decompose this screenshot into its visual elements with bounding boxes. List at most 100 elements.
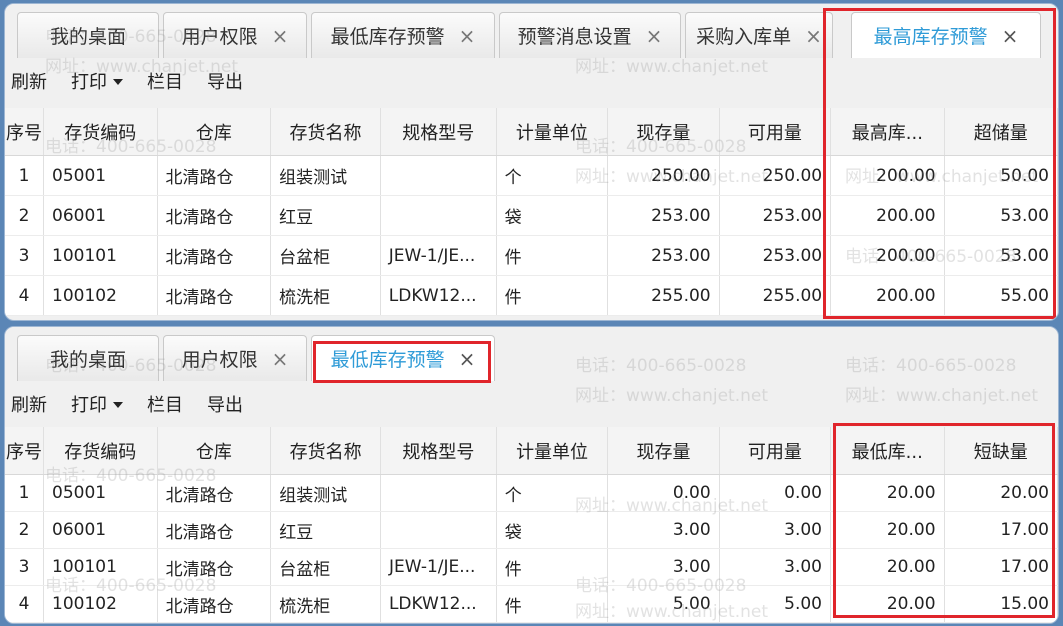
close-icon[interactable]: × (272, 24, 289, 48)
cell: 20.00 (830, 585, 945, 623)
column-header[interactable]: 现存量 (607, 108, 720, 156)
table-row[interactable]: 2 06001 北清路仓 红豆 袋 3.00 3.00 20.00 17.00 (5, 511, 1058, 549)
cell: 个 (496, 474, 609, 512)
tab-user-permissions[interactable]: 用户权限 × (163, 12, 307, 58)
cell: 100101 (43, 548, 158, 586)
column-header[interactable]: 现存量 (607, 427, 720, 475)
column-header[interactable]: 规格型号 (380, 427, 497, 475)
cell: JEW-1/JE... (380, 235, 497, 276)
table-row[interactable]: 3 100101 北清路仓 台盆柜 JEW-1/JE... 件 253.00 2… (5, 235, 1058, 276)
table-row[interactable]: 1 05001 北清路仓 组装测试 个 0.00 0.00 20.00 20.0… (5, 474, 1058, 512)
refresh-button[interactable]: 刷新 (11, 68, 47, 94)
cell: 北清路仓 (157, 511, 272, 549)
tab-desktop[interactable]: 我的桌面 (17, 335, 159, 381)
cell: 2 (5, 195, 44, 236)
tab-alert-message-settings[interactable]: 预警消息设置 × (499, 12, 681, 58)
table-row[interactable]: 4 100102 北清路仓 梳洗柜 LDKW12... 件 255.00 255… (5, 275, 1058, 316)
cell: 件 (496, 235, 609, 276)
bottom-panel: 我的桌面 用户权限 × 最低库存预警 × 刷新 打印 栏目 导出 序号 存货编码 仓… (4, 326, 1059, 624)
cell: 1 (5, 155, 44, 196)
tab-label: 我的桌面 (49, 349, 126, 371)
cell: 北清路仓 (157, 235, 272, 276)
column-header[interactable]: 可用量 (719, 108, 832, 156)
columns-button[interactable]: 栏目 (147, 68, 183, 94)
tab-desktop[interactable]: 我的桌面 (17, 12, 159, 58)
table-row[interactable]: 4 100102 北清路仓 梳洗柜 LDKW12... 件 5.00 5.00 … (5, 585, 1058, 623)
tab-user-permissions[interactable]: 用户权限 × (163, 335, 307, 381)
column-header[interactable]: 仓库 (157, 427, 272, 475)
print-button[interactable]: 打印 (71, 391, 123, 417)
min-stock-table: 序号 存货编码 仓库 存货名称 规格型号 计量单位 现存量 可用量 最低库...… (5, 427, 1058, 623)
tab-min-stock-alert[interactable]: 最低库存预警 × (311, 335, 495, 381)
column-header[interactable]: 序号 (5, 108, 44, 156)
toolbar: 刷新 打印 栏目 导出 (5, 383, 1058, 425)
column-header[interactable]: 计量单位 (496, 427, 609, 475)
cell: 06001 (43, 511, 158, 549)
cell: 袋 (496, 511, 609, 549)
tab-label: 采购入库单 (696, 26, 792, 48)
column-header[interactable]: 计量单位 (496, 108, 609, 156)
cell: 255.00 (607, 275, 720, 316)
column-header[interactable]: 存货编码 (43, 108, 158, 156)
table-row[interactable]: 3 100101 北清路仓 台盆柜 JEW-1/JE... 件 3.00 3.0… (5, 548, 1058, 586)
close-icon[interactable]: × (272, 347, 289, 371)
column-header[interactable]: 存货名称 (270, 108, 381, 156)
cell: 5.00 (607, 585, 720, 623)
tab-min-stock-alert[interactable]: 最低库存预警 × (311, 12, 495, 58)
column-header[interactable]: 超储量 (944, 108, 1058, 156)
table-row[interactable]: 2 06001 北清路仓 红豆 袋 253.00 253.00 200.00 5… (5, 195, 1058, 236)
tab-label: 我的桌面 (49, 26, 126, 48)
column-header[interactable]: 仓库 (157, 108, 272, 156)
column-header[interactable]: 短缺量 (944, 427, 1058, 475)
cell: 20.00 (830, 474, 945, 512)
cell: 3.00 (607, 548, 720, 586)
close-icon[interactable]: × (459, 24, 476, 48)
column-header[interactable]: 规格型号 (380, 108, 497, 156)
cell (380, 511, 497, 549)
column-header[interactable]: 可用量 (719, 427, 832, 475)
column-header[interactable]: 序号 (5, 427, 44, 475)
column-header[interactable]: 存货编码 (43, 427, 158, 475)
cell: 2 (5, 511, 44, 549)
close-icon[interactable]: × (459, 347, 476, 371)
cell: 0.00 (719, 474, 832, 512)
cell: 17.00 (944, 548, 1058, 586)
cell: 件 (496, 548, 609, 586)
close-icon[interactable]: × (1002, 24, 1019, 48)
cell: 3.00 (719, 548, 832, 586)
columns-button[interactable]: 栏目 (147, 391, 183, 417)
refresh-button[interactable]: 刷新 (11, 391, 47, 417)
export-button[interactable]: 导出 (207, 68, 243, 94)
tab-purchase-receipt[interactable]: 采购入库单 × (685, 12, 833, 58)
column-header[interactable]: 存货名称 (270, 427, 381, 475)
print-button[interactable]: 打印 (71, 68, 123, 94)
export-button[interactable]: 导出 (207, 391, 243, 417)
cell: 200.00 (830, 275, 945, 316)
tab-max-stock-alert[interactable]: 最高库存预警 × (851, 12, 1041, 58)
cell: 250.00 (607, 155, 720, 196)
close-icon[interactable]: × (805, 24, 822, 48)
cell: 200.00 (830, 235, 945, 276)
cell: 红豆 (270, 195, 381, 236)
cell: 个 (496, 155, 609, 196)
cell: 20.00 (944, 474, 1058, 512)
tab-bar: 我的桌面 用户权限 × 最低库存预警 × (5, 327, 1058, 383)
cell: 55.00 (944, 275, 1058, 316)
cell: 北清路仓 (157, 585, 272, 623)
column-header[interactable]: 最低库... (830, 427, 945, 475)
cell: 05001 (43, 474, 158, 512)
cell: 53.00 (944, 235, 1058, 276)
cell: 1 (5, 474, 44, 512)
cell: 100102 (43, 585, 158, 623)
cell: 50.00 (944, 155, 1058, 196)
cell: 20.00 (830, 511, 945, 549)
column-header[interactable]: 最高库... (830, 108, 945, 156)
cell: 北清路仓 (157, 155, 272, 196)
cell: LDKW12... (380, 585, 497, 623)
table-row[interactable]: 1 05001 北清路仓 组装测试 个 250.00 250.00 200.00… (5, 155, 1058, 196)
close-icon[interactable]: × (646, 24, 663, 48)
cell: 253.00 (607, 195, 720, 236)
cell: 255.00 (719, 275, 832, 316)
cell: 253.00 (719, 195, 832, 236)
cell: 200.00 (830, 155, 945, 196)
